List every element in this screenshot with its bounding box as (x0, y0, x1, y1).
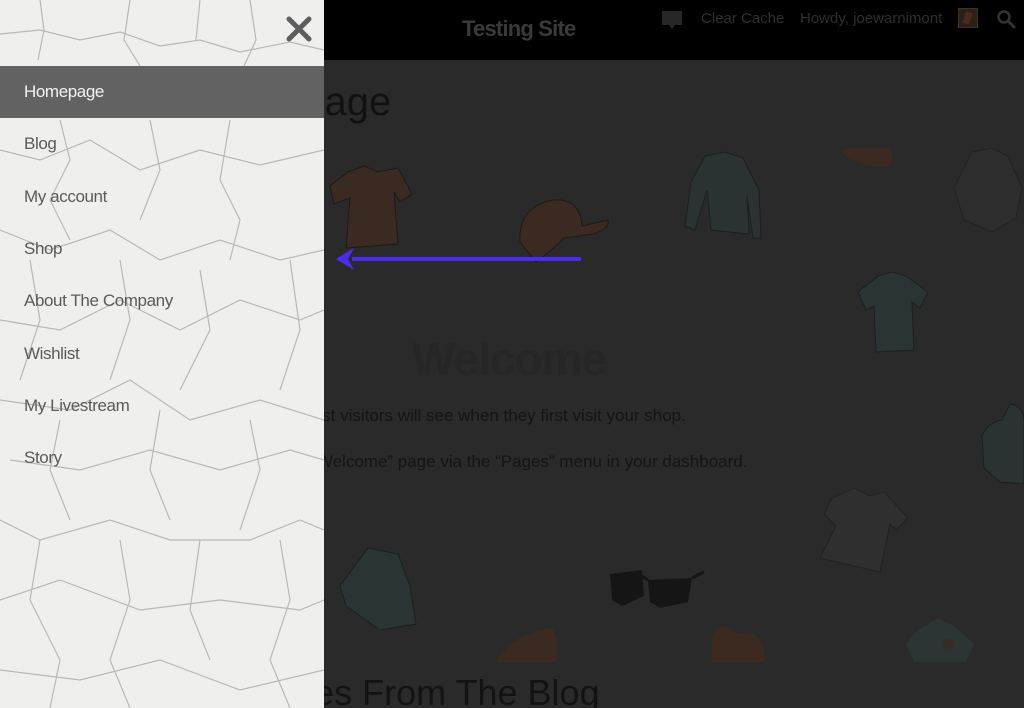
nav-item-about-the-company[interactable]: About The Company (0, 275, 324, 327)
annotation-arrow-icon (336, 248, 581, 270)
nav-item-my-livestream[interactable]: My Livestream (0, 380, 324, 432)
close-icon[interactable] (283, 13, 315, 45)
polo-image (857, 271, 929, 353)
navigation-drawer: Homepage Blog My account Shop About The … (0, 0, 324, 708)
nav-item-homepage[interactable]: Homepage (0, 66, 324, 119)
user-greeting-link[interactable]: Howdy, joewarnimont (800, 10, 942, 27)
nav-item-shop[interactable]: Shop (0, 223, 324, 275)
welcome-heading: Welcome (412, 333, 607, 385)
sweater-image (684, 151, 762, 239)
search-icon[interactable] (996, 9, 1016, 29)
nav-item-wishlist[interactable]: Wishlist (0, 327, 324, 379)
tshirt-gray-image (819, 487, 909, 573)
hat-image (840, 147, 893, 167)
site-title[interactable]: Testing Site (462, 16, 576, 42)
shirt-folded-image (339, 547, 417, 630)
avatar[interactable] (958, 8, 978, 28)
comment-icon[interactable] (661, 10, 683, 30)
tshirt-image (329, 165, 413, 249)
nav-item-blog[interactable]: Blog (0, 118, 324, 170)
hoodie-image (981, 403, 1024, 484)
beanie-image (496, 628, 558, 662)
nav-item-my-account[interactable]: My account (0, 171, 324, 223)
page-title-text: age (324, 80, 392, 124)
jacket-image (953, 148, 1023, 233)
clear-cache-link[interactable]: Clear Cache (701, 10, 784, 27)
sunglasses-image (610, 570, 705, 608)
nav-menu: Homepage Blog My account Shop About The … (0, 66, 324, 484)
bag-image (712, 627, 765, 662)
nav-item-story[interactable]: Story (0, 432, 324, 484)
onesie-image (906, 618, 974, 662)
